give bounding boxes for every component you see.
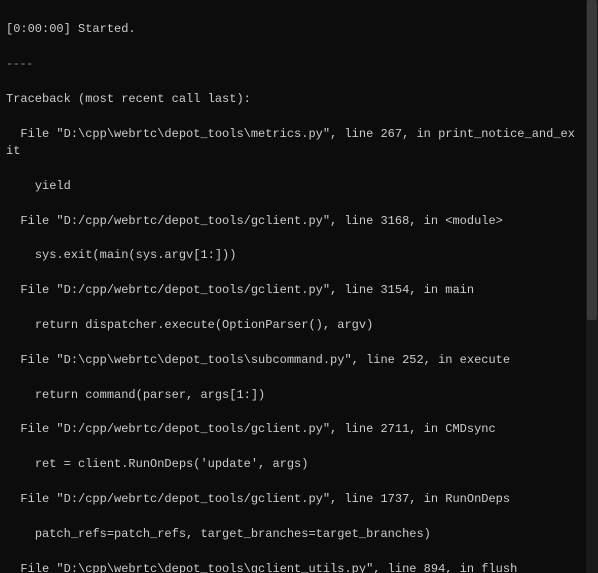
output-line: File "D:/cpp/webrtc/depot_tools/gclient.… bbox=[6, 282, 580, 299]
output-line: sys.exit(main(sys.argv[1:])) bbox=[6, 247, 580, 264]
output-line: File "D:\cpp\webrtc\depot_tools\subcomma… bbox=[6, 352, 580, 369]
output-line: yield bbox=[6, 178, 580, 195]
output-line: File "D:\cpp\webrtc\depot_tools\gclient_… bbox=[6, 561, 580, 573]
output-line: [0:00:00] Started. bbox=[6, 21, 580, 38]
scrollbar-thumb[interactable] bbox=[587, 0, 597, 320]
divider-line: ---- bbox=[6, 56, 580, 73]
output-line: patch_refs=patch_refs, target_branches=t… bbox=[6, 526, 580, 543]
output-line: return dispatcher.execute(OptionParser()… bbox=[6, 317, 580, 334]
output-line: File "D:/cpp/webrtc/depot_tools/gclient.… bbox=[6, 421, 580, 438]
output-line: File "D:\cpp\webrtc\depot_tools\metrics.… bbox=[6, 126, 580, 161]
output-line: File "D:/cpp/webrtc/depot_tools/gclient.… bbox=[6, 491, 580, 508]
output-line: Traceback (most recent call last): bbox=[6, 91, 580, 108]
output-line: File "D:/cpp/webrtc/depot_tools/gclient.… bbox=[6, 213, 580, 230]
output-line: ret = client.RunOnDeps('update', args) bbox=[6, 456, 580, 473]
vertical-scrollbar[interactable] bbox=[586, 0, 598, 573]
terminal-output: [0:00:00] Started. ---- Traceback (most … bbox=[0, 0, 586, 573]
output-line: return command(parser, args[1:]) bbox=[6, 387, 580, 404]
